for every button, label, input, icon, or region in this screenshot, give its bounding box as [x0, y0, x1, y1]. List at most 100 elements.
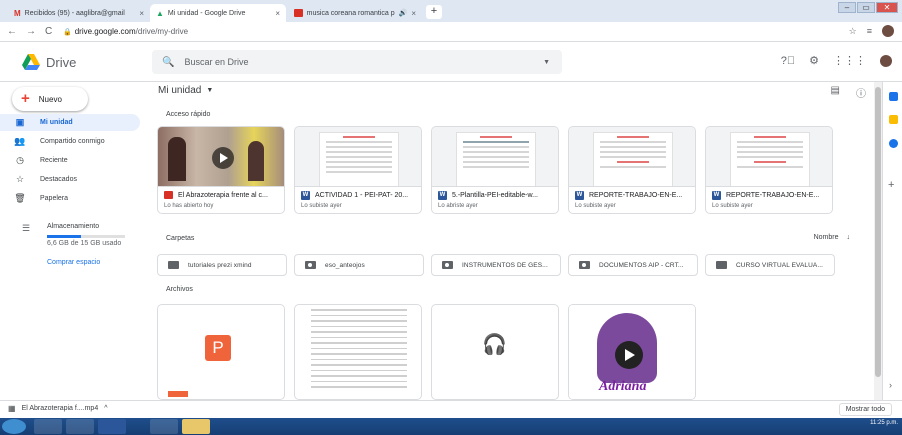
file-card[interactable]: [294, 304, 422, 400]
url-field[interactable]: 🔒 drive.google.com/drive/my-drive: [63, 27, 188, 36]
folder-name: CURSO VIRTUAL EVALUA...: [736, 261, 824, 269]
maximize-icon[interactable]: ▭: [857, 2, 875, 13]
window-controls: – ▭ ✕: [838, 2, 898, 13]
file-card[interactable]: P: [157, 304, 285, 400]
system-clock[interactable]: 11:25 p.m.: [870, 420, 898, 426]
keep-icon[interactable]: [889, 115, 898, 124]
folder-taskbar-icon[interactable]: [182, 419, 210, 434]
storage-title[interactable]: Almacenamiento: [47, 223, 99, 230]
clock-icon: ◷: [16, 155, 24, 165]
buy-storage-link[interactable]: Comprar espacio: [47, 259, 100, 266]
word-icon: W: [712, 191, 721, 200]
chevron-right-icon[interactable]: ›: [889, 380, 892, 390]
info-icon[interactable]: ⓘ: [856, 85, 866, 100]
new-tab-button[interactable]: +: [426, 5, 442, 19]
shared-folder-icon: [442, 261, 453, 269]
quick-access-card[interactable]: El Abrazoterapia frente al c... Lo has a…: [157, 126, 285, 214]
download-filename: El Abrazoterapia f....mp4: [21, 405, 99, 412]
quick-access-card[interactable]: W REPORTE-TRABAJO-EN-E... Lo subiste ayer: [705, 126, 833, 214]
close-icon[interactable]: ×: [275, 9, 280, 18]
folder-icon: [716, 261, 727, 269]
doc-thumbnail: [432, 127, 558, 187]
quick-access-card[interactable]: W ACTIVIDAD 1 - PEI-PAT- 20... Lo subiste…: [294, 126, 422, 214]
profile-avatar[interactable]: [882, 25, 894, 37]
drive-logo-icon[interactable]: [22, 54, 40, 70]
lock-icon: 🔒: [63, 28, 72, 36]
tasks-icon[interactable]: [889, 139, 898, 148]
tab-gmail[interactable]: M Recibidos (95) - aaglibra@gmail ×: [8, 4, 150, 22]
sort-label: Nombre: [813, 234, 839, 241]
download-item[interactable]: ▦ El Abrazoterapia f....mp4 ^: [8, 404, 108, 413]
word-icon: W: [301, 191, 310, 200]
minimize-icon[interactable]: –: [838, 2, 856, 13]
sort-control[interactable]: Nombre ↓: [814, 234, 850, 241]
breadcrumb[interactable]: Mi unidad ▼: [158, 85, 213, 96]
sidebar-item-label: Compartido conmigo: [40, 138, 105, 145]
bookmark-star-icon[interactable]: ☆: [849, 26, 857, 37]
tab-youtube[interactable]: musica coreana romantica p 🔊 ×: [288, 4, 422, 22]
folder-item[interactable]: eso_anteojos: [294, 254, 424, 276]
reload-icon[interactable]: C: [45, 26, 57, 37]
tab-drive[interactable]: ▲ Mi unidad - Google Drive ×: [150, 4, 286, 22]
sidebar-item-recent[interactable]: ◷ Reciente: [0, 152, 140, 169]
quick-access-card[interactable]: W 5.-Plantilla-PEI-editable-w... Lo abris…: [431, 126, 559, 214]
add-addon-icon[interactable]: +: [888, 179, 894, 191]
card-subtitle: Lo has abierto hoy: [164, 203, 214, 209]
sidebar-item-label: Mi unidad: [40, 119, 73, 126]
new-button-label: Nuevo: [38, 94, 62, 104]
doc-thumbnail: [706, 127, 832, 187]
doc-thumbnail: [295, 127, 421, 187]
extension-icon[interactable]: ≡: [867, 26, 872, 36]
folder-name: INSTRUMENTOS DE GES...: [462, 261, 548, 269]
back-icon[interactable]: ←: [7, 26, 19, 37]
word-taskbar-icon[interactable]: [98, 419, 126, 434]
sidebar-item-shared[interactable]: 👥 Compartido conmigo: [0, 133, 140, 150]
storage-bar: [47, 235, 125, 238]
forward-icon[interactable]: →: [26, 26, 38, 37]
calendar-icon[interactable]: [889, 92, 898, 101]
doc-thumbnail: [569, 127, 695, 187]
sidebar-item-my-drive[interactable]: ▣ Mi unidad: [0, 114, 140, 131]
ie-taskbar-icon[interactable]: [150, 419, 178, 434]
image-thumbnail: Adriana: [569, 305, 695, 399]
search-icon[interactable]: 🔍: [162, 57, 174, 68]
sidebar-item-label: Reciente: [40, 157, 68, 164]
sidebar-item-trash[interactable]: 🗑 Papelera: [0, 190, 140, 207]
file-card[interactable]: Adriana: [568, 304, 696, 400]
main-scrollbar[interactable]: [874, 82, 882, 400]
search-input[interactable]: 🔍 Buscar en Drive ▼: [152, 50, 562, 74]
chrome-taskbar-icon[interactable]: [34, 419, 62, 434]
card-subtitle: Lo subiste ayer: [575, 203, 616, 209]
explorer-taskbar-icon[interactable]: [66, 419, 94, 434]
show-all-button[interactable]: Mostrar todo: [838, 403, 892, 416]
apps-grid-icon[interactable]: ⋮⋮⋮: [833, 54, 866, 67]
search-placeholder: Buscar en Drive: [184, 57, 249, 67]
card-title: REPORTE-TRABAJO-EN-E...: [589, 192, 683, 199]
gmail-icon: M: [14, 8, 21, 18]
sidebar-item-starred[interactable]: ☆ Destacados: [0, 171, 140, 188]
close-icon[interactable]: ×: [411, 9, 416, 18]
file-card[interactable]: 🎧: [431, 304, 559, 400]
card-title: El Abrazoterapia frente al c...: [178, 191, 268, 199]
folder-item[interactable]: tutoriales prezi xmind: [157, 254, 287, 276]
card-subtitle: Lo abriste ayer: [438, 203, 478, 209]
account-avatar[interactable]: [880, 54, 892, 67]
search-options-icon[interactable]: ▼: [543, 59, 550, 66]
start-button[interactable]: [2, 419, 26, 434]
address-bar: ← → C 🔒 drive.google.com/drive/my-drive …: [0, 22, 902, 42]
app-brand[interactable]: Drive: [46, 55, 76, 70]
close-icon[interactable]: ×: [139, 9, 144, 18]
gear-icon[interactable]: ⚙: [809, 54, 819, 67]
quick-access-title: Acceso rápido: [166, 111, 211, 118]
window-close-icon[interactable]: ✕: [876, 2, 898, 13]
folder-item[interactable]: CURSO VIRTUAL EVALUA...: [705, 254, 835, 276]
grid-view-icon[interactable]: ▤: [831, 85, 840, 100]
new-button[interactable]: + Nuevo: [12, 87, 88, 111]
chevron-up-icon[interactable]: ^: [104, 405, 107, 412]
shared-icon: 👥: [14, 136, 26, 146]
help-icon[interactable]: ?⃝: [781, 55, 795, 67]
powerpoint-icon: P: [205, 335, 231, 361]
quick-access-card[interactable]: W REPORTE-TRABAJO-EN-E... Lo subiste ayer: [568, 126, 696, 214]
folder-item[interactable]: DOCUMENTOS AIP - CRT...: [568, 254, 698, 276]
folder-item[interactable]: INSTRUMENTOS DE GES...: [431, 254, 561, 276]
